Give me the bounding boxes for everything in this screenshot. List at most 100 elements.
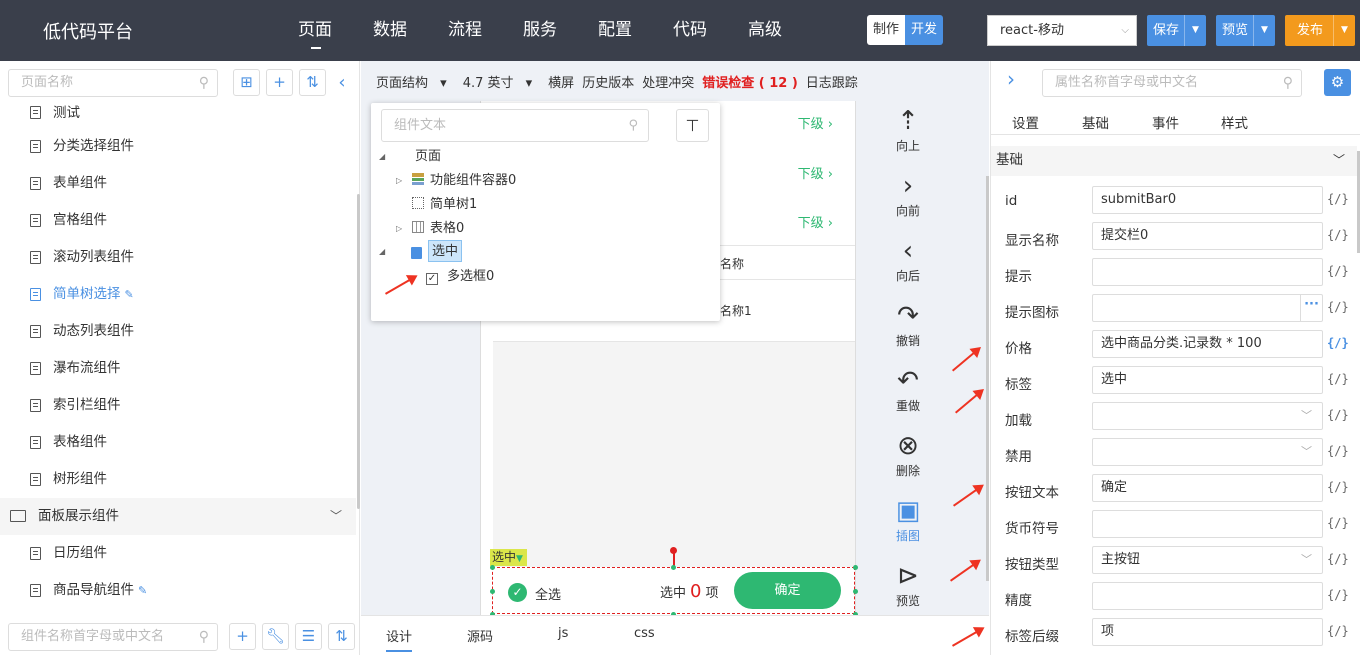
price-field[interactable]: 选中商品分类.记录数 * 100 bbox=[1092, 330, 1323, 358]
redo-button[interactable]: ↶ 重做 bbox=[879, 365, 937, 414]
page-structure-button[interactable]: 页面结构 ▾ bbox=[376, 72, 455, 91]
disabled-select[interactable]: ﹀ bbox=[1092, 438, 1323, 466]
list-order-button[interactable]: ☰ bbox=[295, 623, 322, 650]
sort-button[interactable]: ⇅ bbox=[328, 623, 355, 650]
expression-button-active[interactable]: {/} bbox=[1327, 336, 1349, 350]
resize-handle[interactable] bbox=[853, 565, 858, 570]
target-select[interactable]: react-移动 ⌵ bbox=[987, 15, 1137, 46]
tab-source[interactable]: 源码 bbox=[467, 626, 493, 652]
tab-js[interactable]: js bbox=[558, 626, 568, 652]
expression-button[interactable]: {/} bbox=[1327, 552, 1349, 566]
save-button[interactable]: 保存 ▼ bbox=[1147, 15, 1206, 46]
delete-button[interactable]: ⊗ 删除 bbox=[879, 430, 937, 479]
precision-field[interactable] bbox=[1092, 582, 1323, 610]
expression-button[interactable]: {/} bbox=[1327, 228, 1349, 242]
caret-down-icon[interactable]: ▼ bbox=[1333, 15, 1355, 46]
more-icon[interactable]: ··· bbox=[1300, 295, 1322, 321]
tab-basic[interactable]: 基础 bbox=[1082, 112, 1109, 132]
log-trace-button[interactable]: 日志跟踪 bbox=[806, 72, 858, 91]
undo-button[interactable]: ↷ 撤销 bbox=[879, 300, 937, 349]
move-forward-button[interactable]: › 向前 bbox=[879, 170, 937, 219]
caret-right-icon[interactable]: ▷ bbox=[396, 218, 402, 240]
pencil-icon[interactable]: ✎ bbox=[138, 584, 147, 597]
expression-button[interactable]: {/} bbox=[1327, 300, 1349, 314]
caret-down-icon[interactable]: ▼ bbox=[1184, 15, 1206, 46]
next-level-link[interactable]: 下级 › bbox=[798, 163, 833, 182]
expression-button[interactable]: {/} bbox=[1327, 516, 1349, 530]
expression-button[interactable]: {/} bbox=[1327, 408, 1349, 422]
loading-select[interactable]: ﹀ bbox=[1092, 402, 1323, 430]
expression-button[interactable]: {/} bbox=[1327, 624, 1349, 638]
tab-settings[interactable]: 设置 bbox=[1012, 112, 1039, 132]
collapse-panel-icon[interactable]: ‹ bbox=[332, 69, 352, 96]
section-basic-header[interactable]: 基础 ﹀ bbox=[991, 146, 1357, 176]
currency-field[interactable] bbox=[1092, 510, 1323, 538]
history-button[interactable]: 历史版本 bbox=[582, 72, 634, 91]
preview-button[interactable]: 预览 ▼ bbox=[1216, 15, 1275, 46]
chevron-right-icon[interactable]: › bbox=[1007, 67, 1015, 91]
button-type-select[interactable]: 主按钮 ﹀ bbox=[1092, 546, 1323, 574]
nav-service[interactable]: 服务 bbox=[523, 0, 557, 61]
insert-image-button[interactable]: ▣ 插图 bbox=[879, 495, 937, 544]
caret-down-icon[interactable]: ▼ bbox=[1253, 15, 1275, 46]
page-item[interactable]: 树形组件 bbox=[0, 461, 356, 498]
mode-make-button[interactable]: 制作 bbox=[867, 15, 905, 45]
add-component-button[interactable]: + bbox=[229, 623, 256, 650]
publish-button[interactable]: 发布 ▼ bbox=[1285, 15, 1355, 46]
move-up-button[interactable]: ⇡ 向上 bbox=[879, 105, 937, 154]
page-item[interactable]: 测试 bbox=[0, 98, 356, 128]
tab-style[interactable]: 样式 bbox=[1221, 112, 1248, 132]
new-folder-button[interactable]: ⊞ bbox=[233, 69, 260, 96]
page-item[interactable]: 动态列表组件 bbox=[0, 313, 356, 350]
canvas-scrollbar[interactable] bbox=[986, 176, 989, 581]
page-item-selected[interactable]: 简单树选择 ✎ bbox=[0, 276, 356, 313]
expression-button[interactable]: {/} bbox=[1327, 588, 1349, 602]
page-item[interactable]: 宫格组件 bbox=[0, 202, 356, 239]
page-item[interactable]: 商品导航组件 ✎ bbox=[0, 572, 356, 609]
tab-design[interactable]: 设计 bbox=[386, 626, 413, 652]
chevron-down-icon[interactable]: ﹀ bbox=[330, 498, 342, 535]
expression-button[interactable]: {/} bbox=[1327, 372, 1349, 386]
mode-dev-button[interactable]: 开发 bbox=[905, 15, 943, 45]
expression-button[interactable]: {/} bbox=[1327, 444, 1349, 458]
selected-component-tag[interactable]: 选中▼ bbox=[490, 549, 527, 566]
id-field[interactable]: submitBar0 bbox=[1092, 186, 1323, 214]
tree-node-table[interactable]: ▷ 表格0 bbox=[396, 218, 464, 240]
tree-node-simple-tree[interactable]: 简单树1 bbox=[412, 194, 477, 216]
page-search-input[interactable]: 页面名称 ⚲ bbox=[8, 69, 218, 97]
nav-advanced[interactable]: 高级 bbox=[748, 0, 782, 61]
next-level-link[interactable]: 下级 › bbox=[798, 113, 833, 132]
caret-down-icon[interactable]: ◢ bbox=[379, 146, 385, 168]
device-size-select[interactable]: 4.7 英寸 ▾ bbox=[463, 72, 540, 91]
nav-page[interactable]: 页面 bbox=[298, 0, 332, 61]
component-search-input[interactable]: 组件名称首字母或中文名 ⚲ bbox=[8, 623, 218, 651]
page-item[interactable]: 瀑布流组件 bbox=[0, 350, 356, 387]
next-level-link[interactable]: 下级 › bbox=[798, 212, 833, 231]
button-text-field[interactable]: 确定 bbox=[1092, 474, 1323, 502]
tab-css[interactable]: css bbox=[634, 626, 655, 652]
wrench-icon[interactable]: 🔧︎ bbox=[262, 623, 289, 650]
tip-icon-field[interactable]: ··· bbox=[1092, 294, 1323, 322]
page-item[interactable]: 表单组件 bbox=[0, 165, 356, 202]
caret-right-icon[interactable]: ▷ bbox=[396, 170, 402, 192]
error-check-button[interactable]: 错误检查 ( 12 ) bbox=[702, 72, 798, 91]
page-folder[interactable]: 面板展示组件 ﹀ bbox=[0, 498, 356, 535]
add-page-button[interactable]: + bbox=[266, 69, 293, 96]
display-name-field[interactable]: 提交栏0 bbox=[1092, 222, 1323, 250]
page-item[interactable]: 滚动列表组件 bbox=[0, 239, 356, 276]
submit-bar[interactable]: ✓ 全选 选中 0 项 确定 bbox=[492, 567, 855, 614]
nav-data[interactable]: 数据 bbox=[373, 0, 407, 61]
sort-button[interactable]: ⇅ bbox=[299, 69, 326, 96]
nav-flow[interactable]: 流程 bbox=[448, 0, 482, 61]
caret-down-icon[interactable]: ◢ bbox=[379, 241, 385, 263]
resize-handle[interactable] bbox=[490, 589, 495, 594]
tab-events[interactable]: 事件 bbox=[1152, 112, 1179, 132]
check-circle-icon[interactable]: ✓ bbox=[508, 583, 527, 602]
expression-button[interactable]: {/} bbox=[1327, 192, 1349, 206]
landscape-button[interactable]: 横屏 bbox=[548, 72, 574, 91]
resize-handle[interactable] bbox=[853, 589, 858, 594]
page-item[interactable]: 分类选择组件 bbox=[0, 128, 356, 165]
preview-component-button[interactable]: ⊳ 预览 bbox=[879, 560, 937, 609]
conflict-button[interactable]: 处理冲突 bbox=[642, 72, 694, 91]
tag-field[interactable]: 选中 bbox=[1092, 366, 1323, 394]
